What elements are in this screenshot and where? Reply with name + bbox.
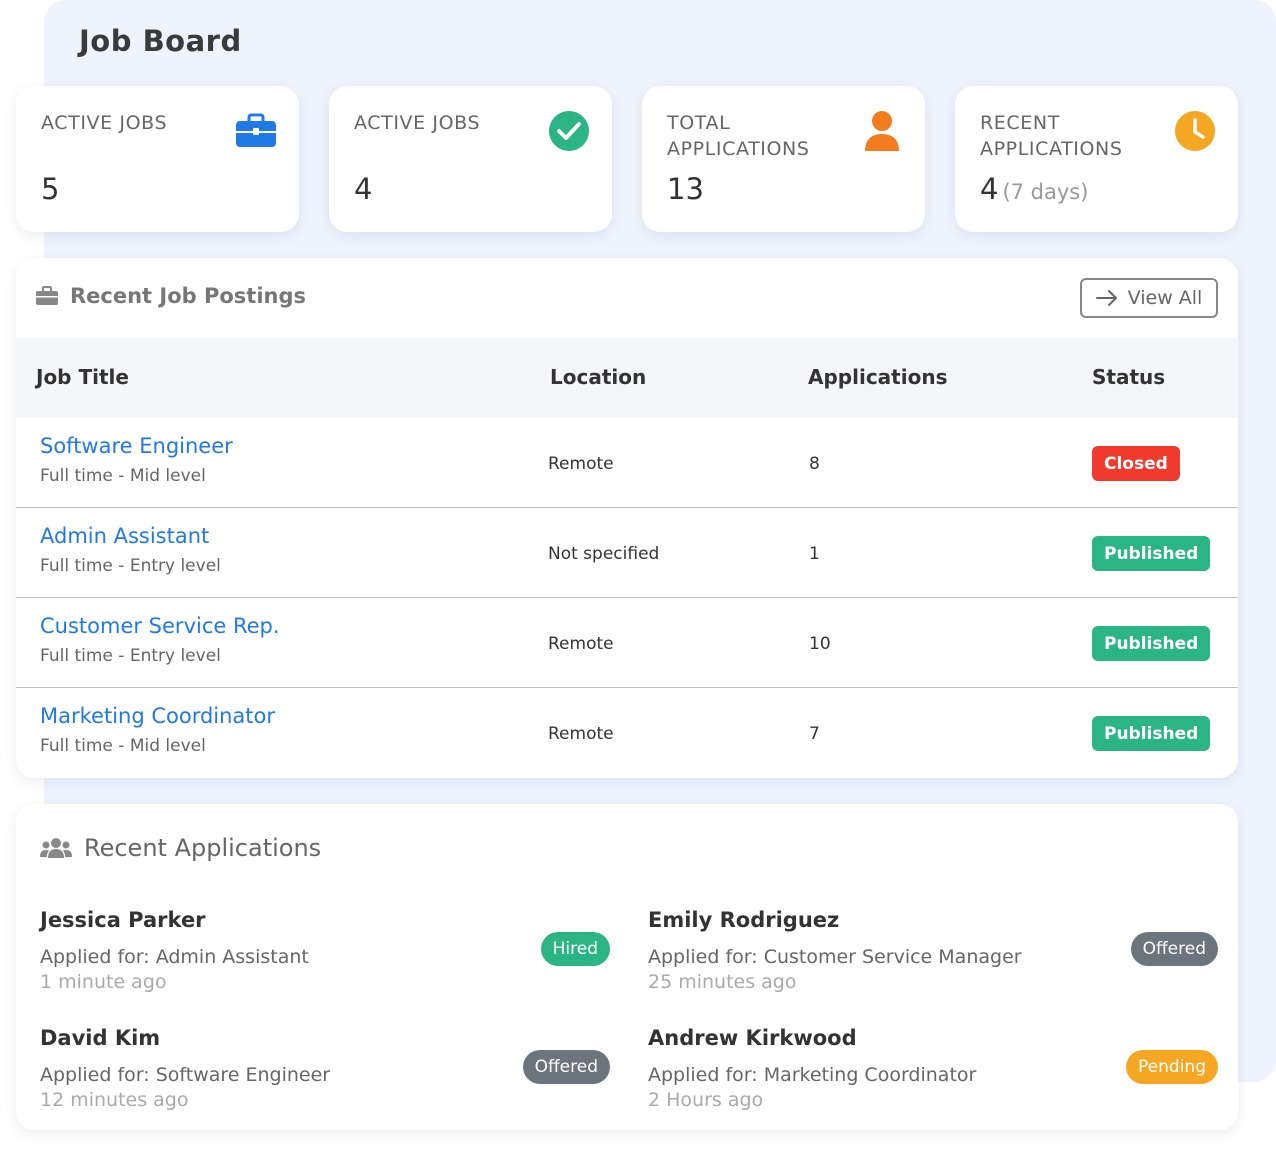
user-icon [861, 110, 903, 152]
table-row[interactable]: Admin Assistant Full time - Entry level … [16, 508, 1238, 598]
job-title-link[interactable]: Admin Assistant [40, 524, 209, 548]
status-badge: Pending [1126, 1050, 1218, 1084]
stat-label: TOTAL APPLICATIONS [667, 112, 810, 160]
stat-card-recent-applications: RECENT APPLICATIONS 4 (7 days) [955, 86, 1238, 232]
job-applications-count: 10 [809, 634, 831, 654]
status-badge: Hired [540, 932, 610, 966]
applicant-name: David Kim [40, 1026, 161, 1050]
arrow-right-icon [1095, 290, 1117, 306]
job-title-link[interactable]: Customer Service Rep. [40, 614, 280, 638]
applied-time: 12 minutes ago [40, 1089, 189, 1111]
table-header: Job Title Location Applications Status [16, 338, 1238, 418]
applied-for: Applied for: Customer Service Manager [648, 946, 1022, 968]
status-badge: Offered [522, 1050, 610, 1084]
application-item[interactable]: Emily Rodriguez Applied for: Customer Se… [648, 908, 1218, 1008]
stat-number: 4 [980, 172, 999, 206]
view-all-button[interactable]: View All [1080, 278, 1218, 318]
applied-time: 1 minute ago [40, 971, 167, 993]
applicant-name: Andrew Kirkwood [648, 1026, 857, 1050]
table-row[interactable]: Customer Service Rep. Full time - Entry … [16, 598, 1238, 688]
stat-card-active-jobs-published: ACTIVE JOBS 4 [329, 86, 612, 232]
job-applications-count: 1 [809, 544, 820, 564]
section-header: Recent Applications [40, 834, 321, 862]
section-title: Recent Applications [84, 834, 322, 862]
view-all-label: View All [1127, 287, 1203, 309]
job-meta: Full time - Entry level [40, 646, 221, 666]
job-title-link[interactable]: Software Engineer [40, 434, 233, 458]
stat-label: ACTIVE JOBS [354, 112, 481, 134]
job-meta: Full time - Mid level [40, 736, 206, 756]
job-applications-count: 8 [809, 454, 820, 474]
application-item[interactable]: Andrew Kirkwood Applied for: Marketing C… [648, 1026, 1218, 1126]
applicant-name: Emily Rodriguez [648, 908, 840, 932]
job-location: Remote [548, 634, 614, 654]
clock-icon [1174, 110, 1216, 152]
column-header-location: Location [550, 365, 647, 389]
job-meta: Full time - Entry level [40, 556, 221, 576]
check-circle-icon [548, 110, 590, 152]
applicant-name: Jessica Parker [40, 908, 206, 932]
table-row[interactable]: Marketing Coordinator Full time - Mid le… [16, 688, 1238, 778]
stat-value: 4 (7 days) [980, 172, 1088, 206]
table-row[interactable]: Software Engineer Full time - Mid level … [16, 418, 1238, 508]
applied-time: 25 minutes ago [648, 971, 797, 993]
status-badge: Published [1092, 536, 1211, 571]
job-meta: Full time - Mid level [40, 466, 206, 486]
stat-value: 13 [667, 172, 704, 206]
job-location: Remote [548, 724, 614, 744]
status-badge: Offered [1130, 932, 1218, 966]
column-header-job-title: Job Title [36, 365, 129, 389]
column-header-applications: Applications [808, 365, 948, 389]
stat-card-total-applications: TOTAL APPLICATIONS 13 [642, 86, 925, 232]
job-location: Remote [548, 454, 614, 474]
section-title: Recent Job Postings [70, 284, 307, 308]
status-badge: Published [1092, 716, 1211, 751]
status-badge: Closed [1092, 446, 1180, 481]
applied-for: Applied for: Marketing Coordinator [648, 1064, 977, 1086]
applied-for: Applied for: Software Engineer [40, 1064, 331, 1086]
recent-job-postings-panel: Recent Job Postings View All Job Title L… [16, 258, 1238, 778]
stat-card-active-jobs: ACTIVE JOBS 5 [16, 86, 299, 232]
stat-subtext: (7 days) [1002, 180, 1089, 204]
column-header-status: Status [1092, 365, 1166, 389]
recent-applications-panel: Recent Applications Jessica Parker Appli… [16, 804, 1238, 1130]
users-icon [40, 838, 72, 858]
job-applications-count: 7 [809, 724, 820, 744]
section-header: Recent Job Postings [36, 284, 306, 308]
job-title-link[interactable]: Marketing Coordinator [40, 704, 275, 728]
page-title: Job Board [79, 24, 242, 58]
stat-label: ACTIVE JOBS [41, 112, 168, 134]
application-item[interactable]: Jessica Parker Applied for: Admin Assist… [40, 908, 610, 1008]
application-item[interactable]: David Kim Applied for: Software Engineer… [40, 1026, 610, 1126]
applied-for: Applied for: Admin Assistant [40, 946, 309, 968]
applied-time: 2 Hours ago [648, 1089, 764, 1111]
stat-label: RECENT APPLICATIONS [980, 112, 1123, 160]
briefcase-icon [36, 286, 58, 305]
stat-value: 4 [354, 172, 373, 206]
job-location: Not specified [548, 544, 660, 564]
status-badge: Published [1092, 626, 1211, 661]
briefcase-icon [235, 110, 277, 152]
stat-value: 5 [41, 172, 60, 206]
